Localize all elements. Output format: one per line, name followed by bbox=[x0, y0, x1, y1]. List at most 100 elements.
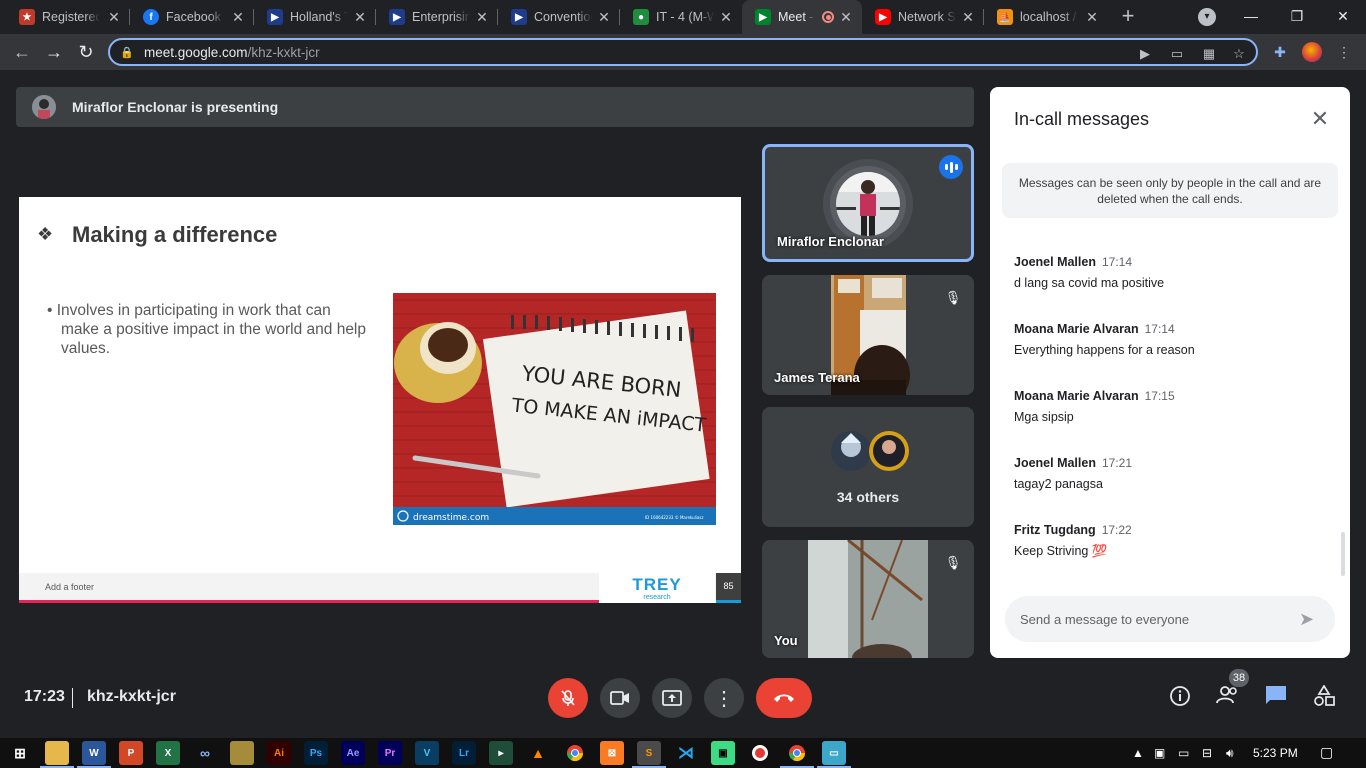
leave-call-button[interactable] bbox=[756, 678, 812, 718]
tab-meet[interactable]: ▶ Meet - ✕ bbox=[742, 0, 862, 34]
tab-hollands[interactable]: ▶ Holland's T ✕ bbox=[254, 0, 376, 34]
menu-kebab-icon[interactable]: ⋮ bbox=[1334, 42, 1354, 62]
tab-convention[interactable]: ▶ Convention ✕ bbox=[498, 0, 620, 34]
hang-up-icon bbox=[774, 694, 794, 702]
extensions-icon[interactable]: ✚ bbox=[1270, 42, 1290, 62]
after-effects-icon[interactable]: Ae bbox=[341, 741, 365, 765]
notifications-icon[interactable]: ▢ bbox=[1320, 744, 1333, 761]
camera-toggle-button[interactable] bbox=[600, 678, 640, 718]
participant-tile-you[interactable]: 🎙︎ You bbox=[762, 540, 974, 658]
close-icon[interactable]: ✕ bbox=[352, 9, 368, 25]
panel-title: In-call messages bbox=[1014, 109, 1150, 129]
speaking-indicator-icon bbox=[939, 155, 963, 179]
apps-icon[interactable]: ▦ bbox=[1200, 46, 1218, 62]
photoshop-icon[interactable]: Ps bbox=[304, 741, 328, 765]
tab-facebook[interactable]: f Facebook ✕ bbox=[130, 0, 254, 34]
tab-youtube[interactable]: ▶ Network S ✕ bbox=[862, 0, 984, 34]
archive-app-icon[interactable] bbox=[230, 741, 254, 765]
chrome-icon[interactable] bbox=[563, 741, 587, 765]
people-button[interactable] bbox=[1215, 685, 1241, 711]
photos-app-icon[interactable]: ▭ bbox=[817, 741, 851, 768]
slide-title: Making a difference bbox=[72, 222, 278, 247]
tab-search-icon[interactable]: ▾ bbox=[1198, 8, 1216, 26]
back-icon[interactable]: ← bbox=[10, 40, 34, 64]
android-studio-icon[interactable]: ▣ bbox=[711, 741, 735, 765]
slide-photo: YOU ARE BORN TO MAKE AN iMPACT dreamstim… bbox=[393, 293, 716, 525]
send-icon[interactable]: ➤ bbox=[1299, 609, 1321, 629]
participant-tile-presenter[interactable]: Miraflor Enclonar bbox=[762, 144, 974, 262]
address-bar[interactable]: 🔒 meet.google.com/khz-kxkt-jcr ▶ ▭ ▦ ☆ bbox=[108, 38, 1258, 66]
windows-start-icon[interactable]: ⊞ bbox=[8, 741, 32, 765]
tab-localhost[interactable]: ⛵ localhost / ✕ bbox=[984, 0, 1108, 34]
chat-button[interactable] bbox=[1263, 685, 1289, 711]
close-icon[interactable]: ✕ bbox=[474, 9, 490, 25]
panel-scrollbar[interactable] bbox=[1341, 532, 1345, 576]
minimize-button[interactable]: — bbox=[1228, 4, 1274, 28]
terminal-app-icon[interactable]: ▸ bbox=[489, 741, 513, 765]
close-icon[interactable]: ✕ bbox=[106, 9, 122, 25]
diamond-bullet-icon: ❖ bbox=[37, 224, 54, 244]
close-icon[interactable]: ✕ bbox=[596, 9, 612, 25]
word-icon[interactable]: W bbox=[77, 741, 111, 768]
close-icon[interactable]: ✕ bbox=[838, 9, 854, 25]
activities-button[interactable] bbox=[1311, 684, 1337, 711]
network-icon[interactable]: ▣ bbox=[1154, 746, 1165, 760]
xampp-icon[interactable]: ⊠ bbox=[600, 741, 624, 765]
presenter-avatar bbox=[32, 95, 56, 119]
activities-shapes-icon bbox=[1314, 684, 1335, 706]
tab-enterprising[interactable]: ▶ Enterprising ✕ bbox=[376, 0, 498, 34]
more-options-button[interactable]: ⋮ bbox=[704, 678, 744, 718]
close-icon[interactable]: ✕ bbox=[230, 9, 246, 25]
presentation-slide: ❖ Making a difference • Involves in part… bbox=[19, 197, 741, 603]
tab-classroom[interactable]: ● IT - 4 (M-W ✕ bbox=[620, 0, 742, 34]
new-tab-button[interactable]: + bbox=[1116, 5, 1140, 29]
participant-tile-others[interactable]: 34 others bbox=[762, 407, 974, 527]
bookmark-star-icon[interactable]: ☆ bbox=[1230, 46, 1248, 62]
infinity-app-icon[interactable]: ∞ bbox=[193, 741, 217, 765]
forward-icon[interactable]: → bbox=[42, 40, 66, 64]
chrome-icon[interactable] bbox=[780, 741, 814, 768]
visio-app-icon[interactable]: V bbox=[415, 741, 439, 765]
illustrator-icon[interactable]: Ai bbox=[267, 741, 291, 765]
window-close-button[interactable]: ✕ bbox=[1320, 4, 1366, 28]
reload-icon[interactable]: ↻ bbox=[74, 40, 98, 64]
browser-tab-strip: ★ Registered ✕ f Facebook ✕ ▶ Holland's … bbox=[0, 0, 1366, 34]
system-clock[interactable]: 5:23 PM bbox=[1253, 746, 1298, 760]
profile-avatar[interactable] bbox=[1302, 42, 1322, 62]
restore-button[interactable]: ❐ bbox=[1274, 4, 1320, 28]
recorder-icon[interactable] bbox=[748, 741, 772, 765]
scribd-icon: ▶ bbox=[511, 9, 527, 25]
lightroom-icon[interactable]: Lr bbox=[452, 741, 476, 765]
volume-icon[interactable]: 🔊︎ bbox=[1226, 746, 1234, 761]
show-hidden-icons[interactable]: ▲ bbox=[1132, 746, 1144, 760]
close-icon[interactable]: ✕ bbox=[718, 9, 734, 25]
meeting-time: 17:23 bbox=[24, 688, 65, 705]
slide-brand-logo: TREY research bbox=[599, 573, 715, 601]
cast-icon[interactable]: ▭ bbox=[1168, 46, 1186, 62]
file-explorer-icon[interactable] bbox=[40, 741, 74, 768]
present-now-button[interactable] bbox=[652, 678, 692, 718]
close-icon[interactable]: ✕ bbox=[1308, 107, 1332, 131]
message-input[interactable] bbox=[1020, 611, 1290, 627]
mic-off-icon: 🎙︎ bbox=[944, 290, 962, 305]
vlc-icon[interactable]: ▲ bbox=[526, 741, 550, 765]
tab-registered[interactable]: ★ Registered ✕ bbox=[6, 0, 130, 34]
meeting-details-button[interactable] bbox=[1167, 685, 1193, 711]
sublime-text-icon[interactable]: S bbox=[632, 741, 666, 768]
battery-icon[interactable]: ▭ bbox=[1178, 746, 1189, 760]
divider bbox=[72, 688, 73, 708]
panel-info-notice: Messages can be seen only by people in t… bbox=[1002, 163, 1338, 218]
vscode-icon[interactable]: ⋊ bbox=[674, 741, 698, 765]
chat-message: Fritz Tugdang 17:22 Keep Striving 💯 bbox=[1014, 523, 1132, 558]
participant-tile-james[interactable]: 🎙︎ James Terana bbox=[762, 275, 974, 395]
excel-icon[interactable]: X bbox=[156, 741, 180, 765]
powerpoint-icon[interactable]: P bbox=[119, 741, 143, 765]
premiere-icon[interactable]: Pr bbox=[378, 741, 402, 765]
close-icon[interactable]: ✕ bbox=[960, 9, 976, 25]
close-icon[interactable]: ✕ bbox=[1084, 9, 1100, 25]
mic-toggle-button[interactable] bbox=[548, 678, 588, 718]
camera-icon[interactable]: ▶ bbox=[1136, 46, 1154, 62]
display-icon[interactable]: ⊟ bbox=[1202, 746, 1212, 760]
chat-message: Joenel Mallen 17:14 d lang sa covid ma po… bbox=[1014, 255, 1165, 290]
school-icon: ★ bbox=[19, 9, 35, 25]
